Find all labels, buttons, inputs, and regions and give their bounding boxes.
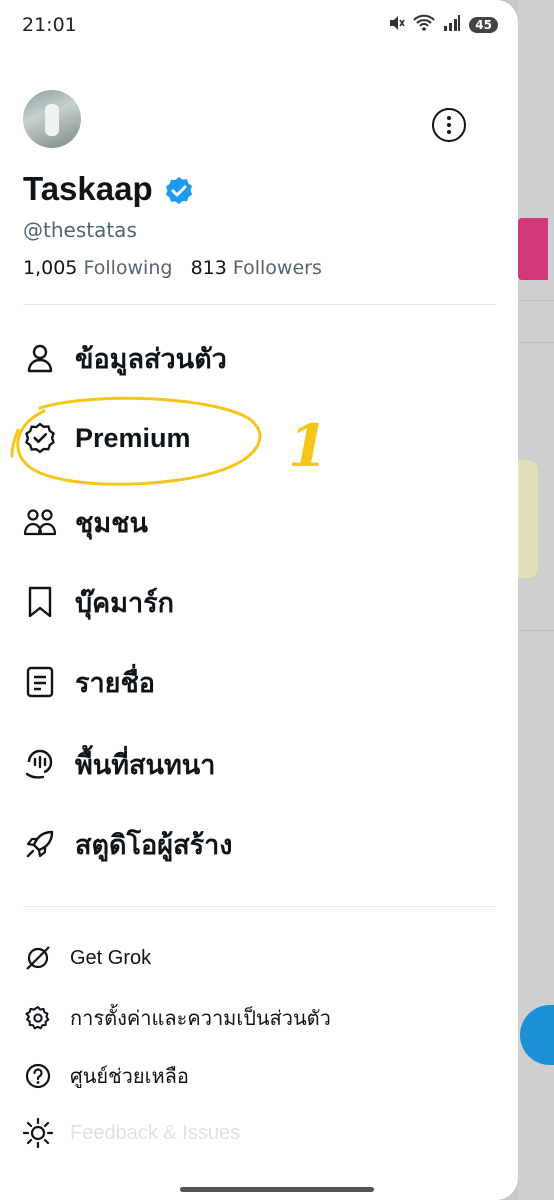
background-divider xyxy=(518,342,554,343)
divider xyxy=(23,906,496,907)
menu-item-label: บุ๊คมาร์ก xyxy=(75,587,175,618)
followers-count: 813 xyxy=(190,257,227,279)
menu-item-label: Get Grok xyxy=(70,946,152,969)
menu-item-premium[interactable]: Premium xyxy=(23,416,191,460)
following-count: 1,005 xyxy=(23,257,78,279)
menu-item-settings[interactable]: การตั้งค่าและความเป็นส่วนตัว xyxy=(23,1001,331,1035)
background-divider xyxy=(518,300,554,301)
status-time: 21:01 xyxy=(22,14,77,36)
wifi-icon xyxy=(413,14,436,36)
navigation-drawer: 21:01 45 Taskaap @thestatas 1,005 Follow… xyxy=(0,0,518,1200)
menu-item-label: รายชื่อ xyxy=(75,667,156,698)
dot xyxy=(447,130,451,134)
menu-item-label: ศูนย์ช่วยเหลือ xyxy=(70,1066,189,1088)
menu-item-label: สตูดิโอผู้สร้าง xyxy=(75,829,233,860)
bookmark-icon xyxy=(23,585,57,619)
menu-item-label: Premium xyxy=(75,422,191,453)
menu-item-get-grok[interactable]: Get Grok xyxy=(23,941,151,975)
menu-item-label: การตั้งค่าและความเป็นส่วนตัว xyxy=(70,1008,331,1030)
background-banner xyxy=(518,218,548,280)
spaces-icon xyxy=(23,747,57,781)
followers-link[interactable]: 813 Followers xyxy=(191,257,322,279)
menu-item-label: ข้อมูลส่วนตัว xyxy=(75,343,227,374)
avatar[interactable] xyxy=(23,90,81,148)
signal-icon xyxy=(443,14,461,36)
sun-icon xyxy=(23,1118,53,1148)
divider xyxy=(23,304,496,305)
rocket-icon xyxy=(23,827,57,861)
menu-item-feedback[interactable]: Feedback & Issues xyxy=(23,1116,240,1150)
menu-item-bookmarks[interactable]: บุ๊คมาร์ก xyxy=(23,580,174,624)
user-handle: @thestatas xyxy=(23,218,137,242)
mute-icon xyxy=(387,14,405,36)
followers-label: Followers xyxy=(232,257,322,279)
background-divider xyxy=(518,630,554,631)
menu-item-creator-studio[interactable]: สตูดิโอผู้สร้าง xyxy=(23,822,232,866)
person-icon xyxy=(23,341,57,375)
home-indicator xyxy=(180,1187,374,1192)
battery-indicator: 45 xyxy=(469,17,498,33)
menu-item-communities[interactable]: ชุมชน xyxy=(23,500,148,544)
dot xyxy=(447,116,451,120)
menu-item-profile[interactable]: ข้อมูลส่วนตัว xyxy=(23,336,227,380)
following-label: Following xyxy=(83,257,173,279)
gear-icon xyxy=(23,1003,53,1033)
status-icons: 45 xyxy=(387,14,498,36)
dot xyxy=(447,123,451,127)
list-icon xyxy=(23,665,57,699)
following-link[interactable]: 1,005 Following xyxy=(23,257,172,279)
menu-item-label: Feedback & Issues xyxy=(70,1121,241,1144)
verified-badge-icon xyxy=(164,176,194,210)
menu-item-help-center[interactable]: ศูนย์ช่วยเหลือ xyxy=(23,1059,189,1093)
menu-item-label: ชุมชน xyxy=(75,507,148,538)
menu-item-label: พื้นที่สนทนา xyxy=(75,749,216,780)
help-icon xyxy=(23,1061,53,1091)
menu-item-lists[interactable]: รายชื่อ xyxy=(23,660,155,704)
menu-item-spaces[interactable]: พื้นที่สนทนา xyxy=(23,742,215,786)
grok-icon xyxy=(23,943,53,973)
verified-badge-icon xyxy=(23,421,57,455)
communities-icon xyxy=(23,505,57,539)
display-name[interactable]: Taskaap xyxy=(23,170,153,208)
follow-stats: 1,005 Following 813 Followers xyxy=(23,257,322,279)
more-accounts-button[interactable] xyxy=(432,108,466,142)
background-card xyxy=(518,460,538,578)
